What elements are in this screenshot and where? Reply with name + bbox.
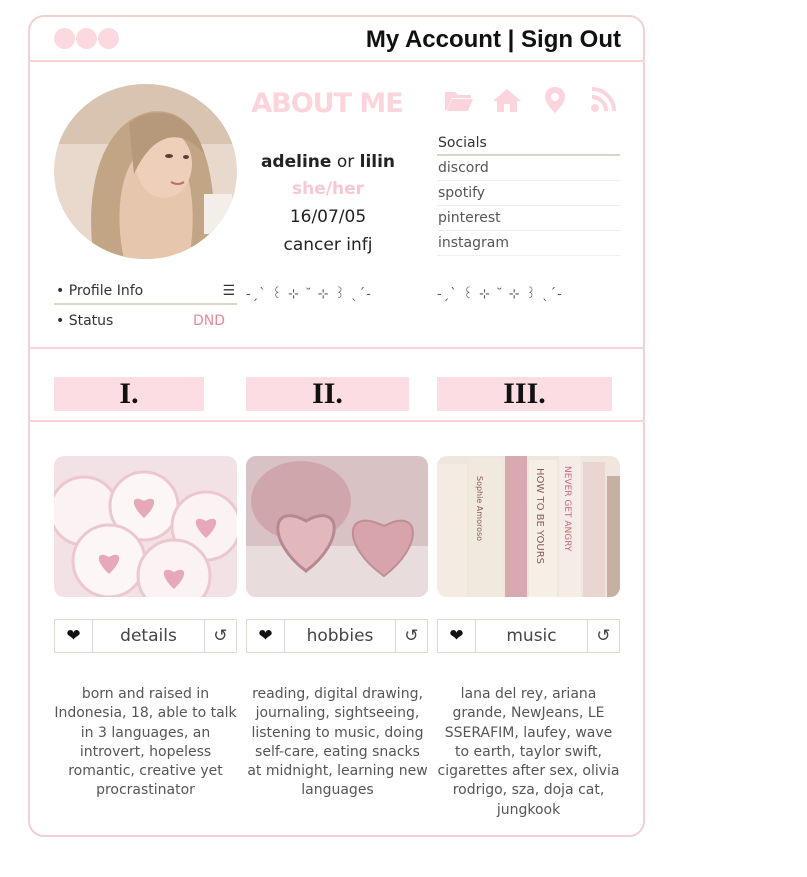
details-button[interactable]: details — [93, 620, 204, 652]
hobbies-text: reading, digital drawing, journaling, si… — [247, 686, 428, 799]
refresh-icon[interactable]: ↺ — [587, 620, 619, 652]
window-dot-3 — [98, 28, 119, 49]
birthday: 16/07/05 — [289, 207, 367, 227]
section-divider-2 — [28, 420, 645, 422]
menu-icon[interactable]: ☰ — [222, 283, 235, 299]
avatar — [54, 84, 237, 259]
svg-text:NEVER GET ANGRY: NEVER GET ANGRY — [562, 466, 572, 552]
decorative-divider-1: -ˏˋ ꒰ ⊹ ˘ ⊹ ꒱ ˎˊ- — [246, 287, 372, 302]
social-link-instagram[interactable]: instagram — [437, 231, 620, 256]
pronouns: she/her — [292, 179, 364, 199]
music-button[interactable]: music — [476, 620, 587, 652]
header-divider — [28, 60, 645, 62]
section-numeral-3: III. — [437, 377, 612, 411]
account-nav[interactable]: My Account | Sign Out — [366, 26, 621, 54]
refresh-icon[interactable]: ↺ — [204, 620, 236, 652]
heart-icon[interactable]: ❤ — [247, 620, 285, 652]
heart-compact-image — [246, 456, 428, 597]
profile-info-panel: • Profile Info ☰ • Status DND — [54, 283, 237, 329]
social-link-discord[interactable]: discord — [437, 156, 620, 181]
heart-icon[interactable]: ❤ — [55, 620, 93, 652]
social-link-spotify[interactable]: spotify — [437, 181, 620, 206]
profile-info-label[interactable]: • Profile Info — [56, 283, 143, 299]
music-text: lana del rey, ariana grande, NewJeans, L… — [437, 686, 620, 818]
heart-icon[interactable]: ❤ — [438, 620, 476, 652]
home-icon[interactable] — [492, 86, 522, 114]
status-badge: DND — [192, 313, 225, 329]
window-dots — [54, 28, 119, 49]
section-divider-1 — [28, 347, 645, 349]
status-label: • Status — [56, 313, 114, 329]
section-numeral-2: II. — [246, 377, 409, 411]
refresh-icon[interactable]: ↺ — [395, 620, 427, 652]
heart-cookies-image — [54, 456, 237, 597]
rss-icon[interactable] — [588, 86, 618, 114]
svg-text:Sophie Amoroso: Sophie Amoroso — [475, 476, 484, 541]
name-connector: or — [336, 152, 355, 172]
bookshelf-image: Sophie Amoroso HOW TO BE YOURS NEVER GET… — [437, 456, 620, 597]
details-tab: ❤ details ↺ — [54, 619, 237, 653]
location-icon[interactable] — [540, 86, 570, 114]
name-second: lilin — [359, 152, 396, 172]
hobbies-tab: ❤ hobbies ↺ — [246, 619, 428, 653]
svg-text:HOW TO BE YOURS: HOW TO BE YOURS — [534, 468, 545, 564]
social-link-pinterest[interactable]: pinterest — [437, 206, 620, 231]
window-dot-1 — [54, 28, 75, 49]
socials-list: Socials discord spotify pinterest instag… — [437, 134, 620, 256]
icon-toolbar — [444, 86, 618, 114]
music-tab: ❤ music ↺ — [437, 619, 620, 653]
about-me-title: ABOUT ME — [251, 88, 403, 119]
socials-heading: Socials — [437, 134, 620, 156]
window-dot-2 — [76, 28, 97, 49]
section-numeral-1: I. — [54, 377, 204, 411]
name-first: adeline — [260, 152, 332, 172]
details-text: born and raised in Indonesia, 18, able t… — [54, 686, 237, 799]
folder-icon[interactable] — [444, 86, 474, 114]
traits: cancer infj — [283, 235, 373, 255]
hobbies-button[interactable]: hobbies — [285, 620, 395, 652]
display-name: adeline or lilin — [246, 152, 410, 172]
decorative-divider-2: -ˏˋ ꒰ ⊹ ˘ ⊹ ꒱ ˎˊ- — [437, 287, 563, 302]
